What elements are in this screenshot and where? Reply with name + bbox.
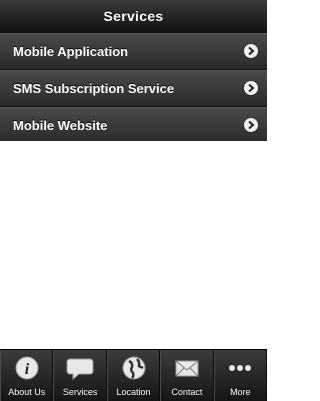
tab-label: More — [230, 387, 251, 397]
list-item-label: Mobile Website — [13, 118, 108, 133]
info-icon: i — [13, 355, 41, 381]
list-item-mobile-website[interactable]: Mobile Website — [0, 107, 267, 144]
list-item-label: SMS Subscription Service — [13, 81, 175, 96]
page-title: Services — [0, 0, 267, 34]
content-area — [0, 141, 267, 349]
list-item-sms-subscription-service[interactable]: SMS Subscription Service — [0, 70, 267, 107]
more-dots-icon — [226, 355, 254, 381]
tab-contact[interactable]: Contact — [160, 350, 214, 401]
list-item-mobile-application[interactable]: Mobile Application — [0, 33, 267, 70]
chevron-right-icon — [244, 81, 258, 95]
chevron-right-icon — [244, 44, 258, 58]
tab-about-us[interactable]: i About Us — [0, 350, 54, 401]
chevron-right-icon — [244, 118, 258, 132]
tab-label: Location — [116, 387, 151, 397]
tab-bar: i About Us Services Location Contact Mor… — [0, 349, 268, 401]
tab-label: About Us — [8, 387, 46, 397]
list-item-label: Mobile Application — [13, 44, 129, 59]
envelope-icon — [173, 355, 201, 381]
svg-text:i: i — [24, 361, 29, 378]
tab-label: Contact — [171, 387, 203, 397]
tab-label: Services — [62, 387, 98, 397]
services-list: Mobile Application SMS Subscription Serv… — [0, 33, 267, 144]
tab-services[interactable]: Services — [53, 350, 107, 401]
tab-more[interactable]: More — [213, 350, 268, 401]
tab-location[interactable]: Location — [106, 350, 161, 401]
globe-icon — [120, 355, 148, 381]
speech-bubble-icon — [66, 355, 94, 381]
